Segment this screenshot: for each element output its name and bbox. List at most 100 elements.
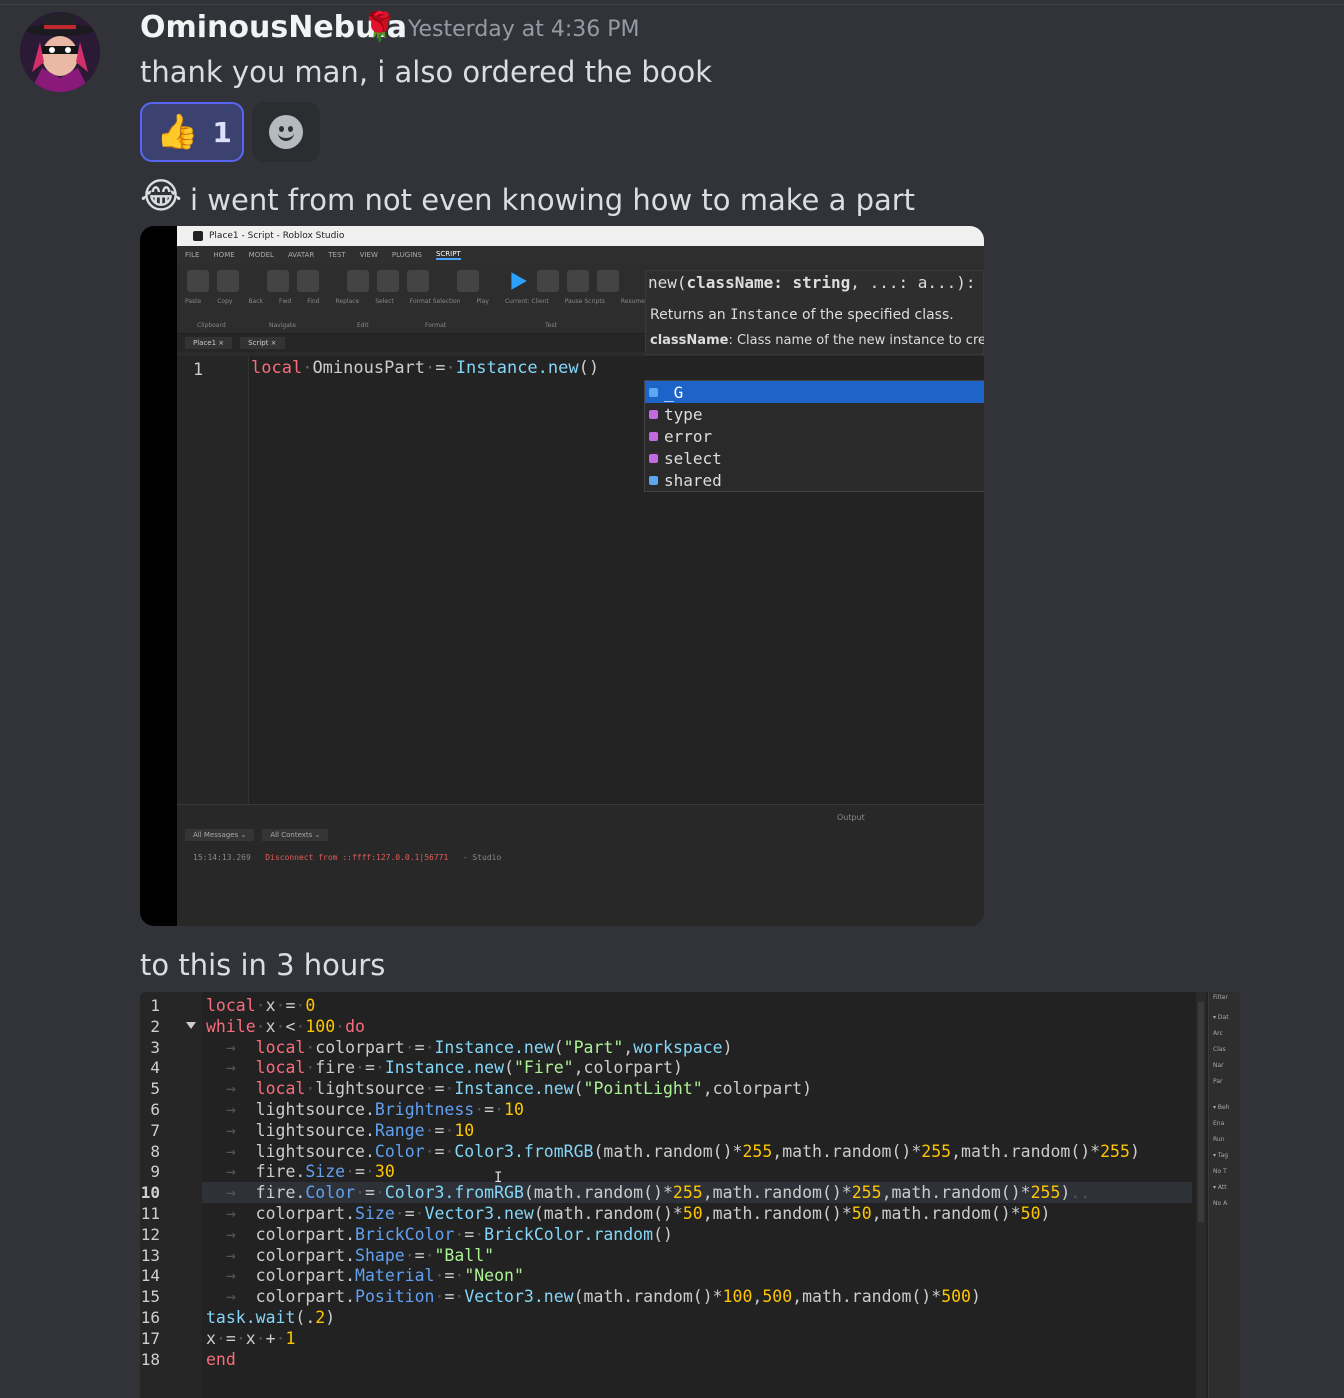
code-token: → bbox=[206, 1183, 256, 1203]
fold-arrow-icon[interactable] bbox=[186, 1022, 196, 1029]
autocomplete-item[interactable]: shared bbox=[645, 469, 984, 491]
panel-item: ▾ Att bbox=[1213, 1184, 1227, 1191]
code-token: local bbox=[255, 1079, 306, 1099]
code-token: · bbox=[454, 1266, 465, 1286]
code-token: lightsource. bbox=[255, 1099, 375, 1119]
code-line-9: → fire.Size·=·30 bbox=[206, 1162, 1140, 1183]
forward-icon[interactable] bbox=[297, 270, 319, 292]
code-token: 500 bbox=[762, 1287, 793, 1307]
paste-icon[interactable] bbox=[187, 270, 209, 292]
code-token: = bbox=[434, 1120, 445, 1140]
client-icon[interactable] bbox=[537, 270, 559, 292]
menu-plugins[interactable]: PLUGINS bbox=[392, 251, 422, 259]
code-line-8: → lightsource.Color·=·Color3.fromRGB(mat… bbox=[206, 1142, 1140, 1163]
code-token: 100 bbox=[722, 1287, 753, 1307]
autocomplete-item[interactable]: select bbox=[645, 447, 984, 469]
code-token: → bbox=[206, 1162, 256, 1182]
label-copy: Copy bbox=[217, 298, 233, 305]
autocomplete-item[interactable]: type bbox=[645, 403, 984, 425]
code-token: 255 bbox=[742, 1141, 773, 1161]
code-token: colorpart. bbox=[255, 1266, 356, 1286]
code-token: 50 bbox=[851, 1203, 872, 1223]
attachment-image-studio[interactable]: Place1 - Script - Roblox Studio FILE HOM… bbox=[140, 226, 984, 926]
menu-file[interactable]: FILE bbox=[185, 251, 199, 259]
smile-face-icon bbox=[269, 115, 303, 149]
label-play: Play bbox=[476, 298, 489, 305]
log-message: Disconnect from ::ffff:127.0.0.1|56771 bbox=[265, 853, 449, 862]
group-edit: Edit bbox=[357, 322, 369, 329]
code-token: · bbox=[295, 996, 306, 1015]
panel-item: ▾ Beh bbox=[1213, 1104, 1230, 1111]
code-identifier: OminousPart bbox=[312, 358, 426, 378]
code-paren: () bbox=[578, 358, 600, 378]
thumbs-up-reaction[interactable]: 👍 1 bbox=[140, 102, 244, 162]
variable-icon bbox=[649, 387, 658, 397]
code-token: 255 bbox=[1030, 1183, 1061, 1203]
panel-item: No T bbox=[1213, 1168, 1227, 1175]
autocomplete-item[interactable]: error bbox=[645, 425, 984, 447]
code-token: lightsource. bbox=[255, 1141, 375, 1161]
output-log-line: 15:14:13.269 Disconnect from ::ffff:127.… bbox=[193, 853, 501, 862]
code-token: colorpart. bbox=[255, 1203, 356, 1223]
code-token: colorpart. bbox=[255, 1245, 356, 1265]
tab-place1[interactable]: Place1 × bbox=[185, 337, 233, 349]
format-selection-icon[interactable] bbox=[457, 270, 479, 292]
panel-item: Arc bbox=[1213, 1030, 1223, 1037]
code-token: · bbox=[235, 1328, 246, 1348]
code-token: 10 bbox=[454, 1120, 475, 1140]
code-token: colorpart. bbox=[255, 1287, 356, 1307]
code-token: Size bbox=[355, 1203, 395, 1223]
tooltip-param: className: Class name of the new instanc… bbox=[650, 333, 984, 348]
line-number: 18 bbox=[140, 1349, 160, 1369]
back-icon[interactable] bbox=[267, 270, 289, 292]
menu-script[interactable]: SCRIPT bbox=[435, 250, 461, 260]
add-reaction-button[interactable] bbox=[252, 102, 320, 162]
code-token: "PointLight" bbox=[583, 1079, 703, 1099]
code-token: ,math.random()* bbox=[881, 1183, 1031, 1203]
panel-filter[interactable]: Filter bbox=[1213, 994, 1228, 1001]
pause-icon[interactable] bbox=[567, 270, 589, 292]
scrollbar-thumb[interactable] bbox=[1198, 1002, 1204, 1222]
filter-messages[interactable]: All Messages ⌄ bbox=[185, 829, 255, 841]
code-token: Color bbox=[374, 1141, 425, 1161]
code-token: · bbox=[295, 1016, 306, 1036]
resume-icon[interactable] bbox=[597, 270, 619, 292]
menu-model[interactable]: MODEL bbox=[249, 251, 274, 259]
code-token: "Ball" bbox=[434, 1245, 495, 1265]
autocomplete-list[interactable]: _G type error select shared bbox=[644, 380, 984, 492]
replace-icon[interactable] bbox=[377, 270, 399, 292]
code-token: 255 bbox=[1100, 1141, 1130, 1161]
message-timestamp[interactable]: Yesterday at 4:36 PM bbox=[408, 17, 640, 42]
line-number: 1 bbox=[193, 360, 204, 380]
filter-contexts[interactable]: All Contexts ⌄ bbox=[262, 829, 329, 841]
code-token: Vector3.new bbox=[424, 1203, 534, 1223]
code-token: = bbox=[404, 1203, 415, 1223]
code-token: ) bbox=[722, 1037, 733, 1057]
code-token: do bbox=[345, 1016, 365, 1036]
line-number: 11 bbox=[140, 1203, 160, 1223]
attachment-image-code[interactable]: 1 2 3 4 5 6 7 8 9 10 11 12 13 14 15 16 1… bbox=[140, 992, 1240, 1398]
tab-script[interactable]: Script × bbox=[240, 337, 285, 349]
editor-gutter: 1 bbox=[177, 356, 249, 804]
code-token: → bbox=[206, 1079, 256, 1099]
menu-test[interactable]: TEST bbox=[328, 251, 345, 259]
copy-icon[interactable] bbox=[217, 270, 239, 292]
select-icon[interactable] bbox=[407, 270, 429, 292]
code-token: () bbox=[653, 1224, 673, 1244]
menu-avatar[interactable]: AVATAR bbox=[288, 251, 314, 259]
menu-view[interactable]: VIEW bbox=[360, 251, 378, 259]
code-token: 50 bbox=[682, 1203, 703, 1223]
code-token: "Part" bbox=[563, 1037, 624, 1057]
panel-item: No A bbox=[1213, 1200, 1228, 1207]
code-token: ) bbox=[971, 1287, 981, 1307]
tooltip-description: Returns an Instance of the specified cla… bbox=[650, 307, 954, 323]
code-token: x bbox=[206, 1328, 216, 1348]
menu-home[interactable]: HOME bbox=[213, 251, 234, 259]
user-avatar[interactable] bbox=[20, 12, 100, 92]
play-icon[interactable] bbox=[511, 272, 527, 290]
find-icon[interactable] bbox=[347, 270, 369, 292]
autocomplete-item[interactable]: _G bbox=[645, 381, 984, 403]
line-number: 17 bbox=[140, 1328, 160, 1348]
sig-param: className: string bbox=[686, 273, 851, 292]
tooltip-signature: new(className: string, ...: a...): bbox=[648, 273, 976, 292]
